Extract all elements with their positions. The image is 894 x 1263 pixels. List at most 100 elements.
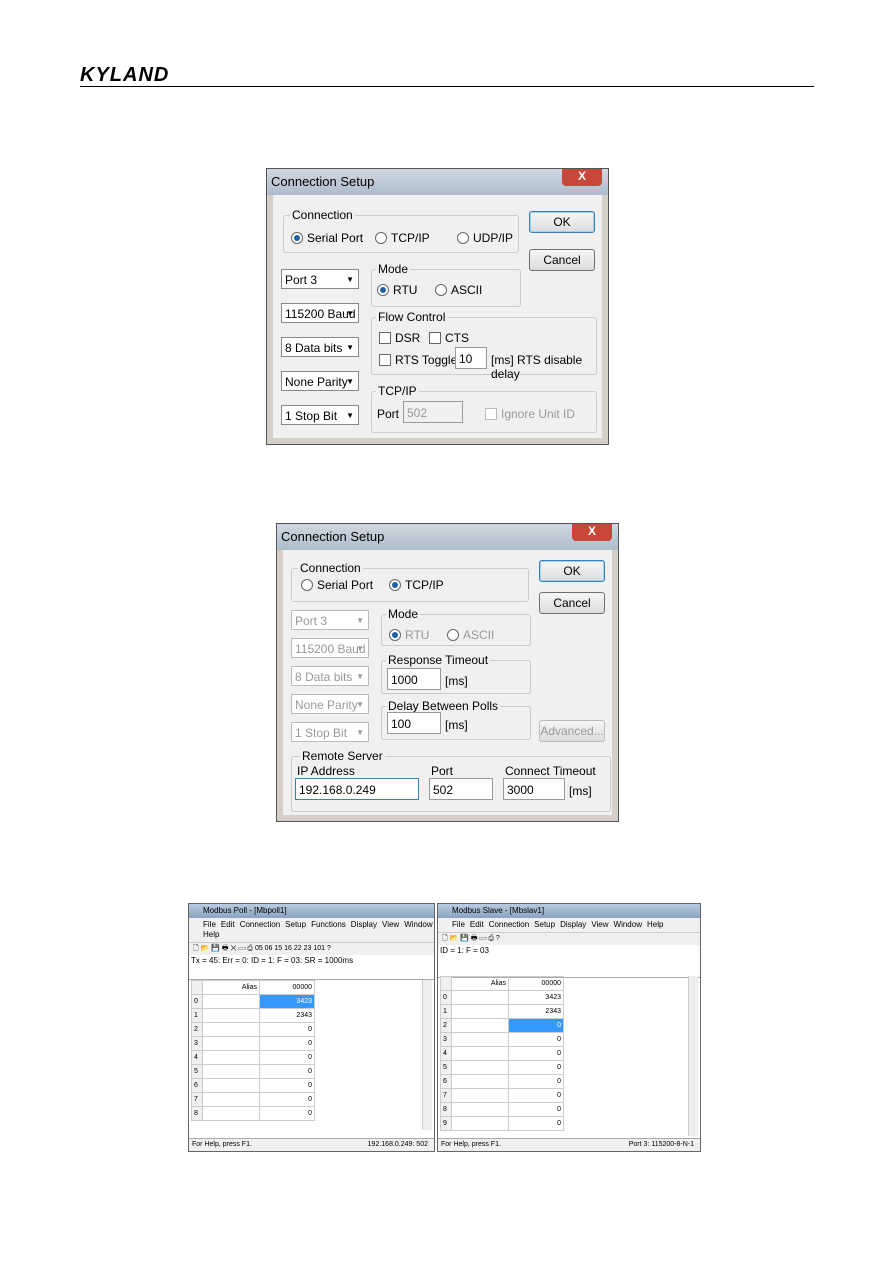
- table-row[interactable]: 20: [191, 1022, 315, 1037]
- alias-cell[interactable]: [451, 1088, 509, 1103]
- menu-setup[interactable]: Setup: [534, 920, 555, 929]
- value-cell[interactable]: 0: [508, 1018, 564, 1033]
- value-cell[interactable]: 0: [508, 1074, 564, 1089]
- ok-button[interactable]: OK: [529, 211, 595, 233]
- close-button[interactable]: X: [572, 524, 612, 541]
- value-cell[interactable]: 3423: [259, 994, 315, 1009]
- baud-select[interactable]: 115200 Baud: [281, 303, 359, 324]
- vertical-scrollbar[interactable]: [688, 976, 698, 1136]
- alias-cell[interactable]: [451, 1018, 509, 1033]
- advanced-button[interactable]: Advanced...: [539, 720, 605, 742]
- radio-rtu[interactable]: RTU: [377, 283, 417, 297]
- menu-window[interactable]: Window: [404, 920, 432, 929]
- rts-delay-input[interactable]: 10: [455, 347, 487, 369]
- alias-cell[interactable]: [202, 1106, 260, 1121]
- vertical-scrollbar[interactable]: [422, 980, 432, 1130]
- alias-cell[interactable]: [202, 1092, 260, 1107]
- table-row[interactable]: 70: [191, 1092, 315, 1107]
- value-cell[interactable]: 3423: [508, 990, 564, 1005]
- alias-cell[interactable]: [451, 1102, 509, 1117]
- ok-button[interactable]: OK: [539, 560, 605, 582]
- table-row[interactable]: 40: [440, 1046, 564, 1061]
- alias-cell[interactable]: [451, 1060, 509, 1075]
- connect-timeout-input[interactable]: 3000: [503, 778, 565, 800]
- table-row[interactable]: 0 3423: [191, 994, 315, 1009]
- ignore-unit-id-checkbox[interactable]: Ignore Unit ID: [485, 407, 575, 421]
- menu-file[interactable]: File: [452, 920, 465, 929]
- value-cell[interactable]: 2343: [508, 1004, 564, 1019]
- alias-cell[interactable]: [202, 1036, 260, 1051]
- radio-serial-port[interactable]: Serial Port: [291, 231, 363, 245]
- parity-select[interactable]: None Parity: [291, 694, 369, 715]
- port-input[interactable]: 502: [429, 778, 493, 800]
- alias-cell[interactable]: [451, 1046, 509, 1061]
- menu-display[interactable]: Display: [351, 920, 377, 929]
- function-codes[interactable]: 05 06 15 16 22 23 101: [255, 945, 325, 952]
- value-cell[interactable]: 0: [508, 1046, 564, 1061]
- menu-view[interactable]: View: [382, 920, 399, 929]
- radio-tcp-ip[interactable]: TCP/IP: [389, 578, 444, 592]
- rts-toggle-checkbox[interactable]: RTS Toggle: [379, 353, 457, 367]
- alias-cell[interactable]: [202, 1050, 260, 1065]
- table-row[interactable]: 80: [191, 1106, 315, 1121]
- radio-udp-ip[interactable]: UDP/IP: [457, 231, 513, 245]
- port-select[interactable]: Port 3: [281, 269, 359, 290]
- stop-bit-select[interactable]: 1 Stop Bit: [281, 405, 359, 426]
- table-row[interactable]: 80: [440, 1102, 564, 1117]
- menu-setup[interactable]: Setup: [285, 920, 306, 929]
- table-row[interactable]: 20: [440, 1018, 564, 1033]
- menu-help[interactable]: Help: [203, 930, 219, 939]
- alias-cell[interactable]: [451, 1004, 509, 1019]
- value-cell[interactable]: 0: [508, 1088, 564, 1103]
- menu-file[interactable]: File: [203, 920, 216, 929]
- cancel-button[interactable]: Cancel: [539, 592, 605, 614]
- radio-ascii[interactable]: ASCII: [435, 283, 482, 297]
- radio-rtu[interactable]: RTU: [389, 628, 429, 642]
- table-row[interactable]: 60: [440, 1074, 564, 1089]
- alias-cell[interactable]: [451, 1116, 509, 1131]
- alias-cell[interactable]: [451, 990, 509, 1005]
- cancel-button[interactable]: Cancel: [529, 249, 595, 271]
- menu-help[interactable]: Help: [647, 920, 663, 929]
- baud-select[interactable]: 115200 Baud: [291, 638, 369, 659]
- table-row[interactable]: 30: [191, 1036, 315, 1051]
- menu-display[interactable]: Display: [560, 920, 586, 929]
- close-button[interactable]: X: [562, 169, 602, 186]
- value-cell[interactable]: 0: [508, 1060, 564, 1075]
- menu-view[interactable]: View: [591, 920, 608, 929]
- alias-cell[interactable]: [202, 1078, 260, 1093]
- value-cell[interactable]: 0: [259, 1106, 315, 1121]
- dsr-checkbox[interactable]: DSR: [379, 331, 420, 345]
- table-row[interactable]: 40: [191, 1050, 315, 1065]
- menu-edit[interactable]: Edit: [221, 920, 235, 929]
- alias-cell[interactable]: [202, 994, 260, 1009]
- menu-connection[interactable]: Connection: [240, 920, 280, 929]
- response-timeout-input[interactable]: 1000: [387, 668, 441, 690]
- data-bits-select[interactable]: 8 Data bits: [291, 666, 369, 687]
- table-row[interactable]: 60: [191, 1078, 315, 1093]
- stop-bit-select[interactable]: 1 Stop Bit: [291, 722, 369, 743]
- value-cell[interactable]: 0: [259, 1064, 315, 1079]
- alias-cell[interactable]: [202, 1022, 260, 1037]
- alias-cell[interactable]: [451, 1074, 509, 1089]
- parity-select[interactable]: None Parity: [281, 371, 359, 392]
- value-cell[interactable]: 0: [259, 1036, 315, 1051]
- alias-cell[interactable]: [451, 1032, 509, 1047]
- radio-ascii[interactable]: ASCII: [447, 628, 494, 642]
- cts-checkbox[interactable]: CTS: [429, 331, 469, 345]
- alias-cell[interactable]: [202, 1064, 260, 1079]
- data-bits-select[interactable]: 8 Data bits: [281, 337, 359, 358]
- tcp-port-input[interactable]: 502: [403, 401, 463, 423]
- menu-connection[interactable]: Connection: [489, 920, 529, 929]
- value-cell[interactable]: 0: [259, 1022, 315, 1037]
- value-cell[interactable]: 2343: [259, 1008, 315, 1023]
- value-cell[interactable]: 0: [508, 1116, 564, 1131]
- table-row[interactable]: 1 2343: [191, 1008, 315, 1023]
- table-row[interactable]: 0 3423: [440, 990, 564, 1005]
- delay-input[interactable]: 100: [387, 712, 441, 734]
- menu-window[interactable]: Window: [614, 920, 642, 929]
- table-row[interactable]: 50: [440, 1060, 564, 1075]
- table-row[interactable]: 70: [440, 1088, 564, 1103]
- radio-tcp-ip[interactable]: TCP/IP: [375, 231, 430, 245]
- menu-functions[interactable]: Functions: [311, 920, 346, 929]
